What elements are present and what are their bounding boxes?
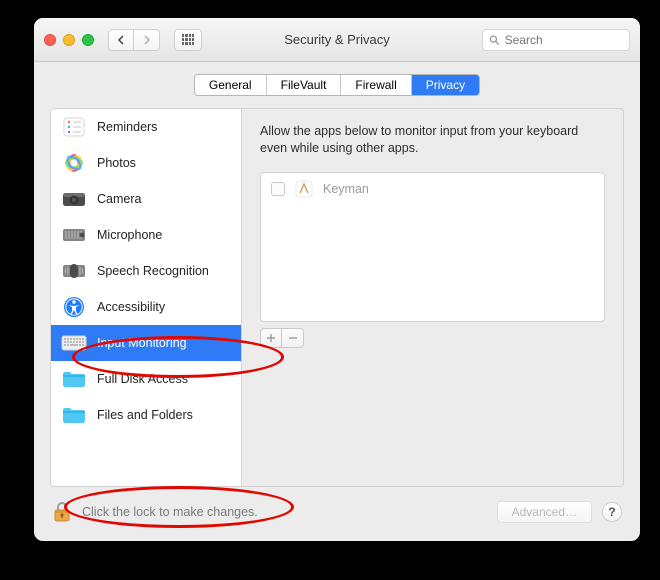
detail-pane: Allow the apps below to monitor input fr… [242, 108, 624, 487]
sidebar-item-microphone[interactable]: Microphone [51, 217, 241, 253]
zoom-window-button[interactable] [82, 34, 94, 46]
grid-icon [182, 34, 194, 46]
photos-icon [61, 152, 87, 174]
lock-icon[interactable] [52, 501, 72, 523]
preferences-window: Security & Privacy General FileVault Fir… [34, 18, 640, 541]
nav-buttons [108, 29, 160, 51]
lock-hint-text: Click the lock to make changes. [82, 505, 258, 519]
tab-bar: General FileVault Firewall Privacy [34, 62, 640, 96]
camera-icon [61, 188, 87, 210]
app-checkbox[interactable] [271, 182, 285, 196]
tab-filevault[interactable]: FileVault [267, 75, 342, 95]
app-name: Keyman [323, 182, 369, 196]
advanced-button[interactable]: Advanced… [497, 501, 592, 523]
forward-button[interactable] [134, 29, 160, 51]
add-app-button[interactable] [260, 328, 282, 348]
close-window-button[interactable] [44, 34, 56, 46]
tab-segment: General FileVault Firewall Privacy [194, 74, 480, 96]
tab-firewall[interactable]: Firewall [341, 75, 411, 95]
sidebar-item-speech-recognition[interactable]: Speech Recognition [51, 253, 241, 289]
tab-general[interactable]: General [195, 75, 267, 95]
sidebar-item-label: Speech Recognition [97, 264, 209, 278]
window-controls [44, 34, 94, 46]
sidebar-item-input-monitoring[interactable]: Input Monitoring [51, 325, 241, 361]
tab-privacy[interactable]: Privacy [412, 75, 479, 95]
search-icon [489, 34, 500, 46]
privacy-category-list[interactable]: Reminders Photos Camera Microphone [50, 108, 242, 487]
search-input[interactable] [505, 33, 623, 47]
sidebar-item-label: Microphone [97, 228, 162, 242]
footer: Click the lock to make changes. Advanced… [34, 487, 640, 541]
content-area: Reminders Photos Camera Microphone [34, 96, 640, 487]
sidebar-item-accessibility[interactable]: Accessibility [51, 289, 241, 325]
sidebar-item-photos[interactable]: Photos [51, 145, 241, 181]
detail-description: Allow the apps below to monitor input fr… [260, 123, 605, 158]
show-all-button[interactable] [174, 29, 202, 51]
app-row[interactable]: Keyman [261, 173, 604, 205]
folder-icon [61, 368, 87, 390]
sidebar-item-full-disk-access[interactable]: Full Disk Access [51, 361, 241, 397]
sidebar-item-label: Files and Folders [97, 408, 193, 422]
sidebar-item-label: Full Disk Access [97, 372, 188, 386]
accessibility-icon [61, 296, 87, 318]
speech-icon [61, 260, 87, 282]
folder-icon [61, 404, 87, 426]
sidebar-item-label: Reminders [97, 120, 157, 134]
titlebar: Security & Privacy [34, 18, 640, 62]
plus-icon [266, 333, 276, 343]
sidebar-item-label: Accessibility [97, 300, 165, 314]
back-button[interactable] [108, 29, 134, 51]
sidebar-item-reminders[interactable]: Reminders [51, 109, 241, 145]
allowed-apps-list[interactable]: Keyman [260, 172, 605, 322]
remove-app-button[interactable] [282, 328, 304, 348]
chevron-right-icon [143, 35, 151, 45]
reminders-icon [61, 116, 87, 138]
chevron-left-icon [117, 35, 125, 45]
sidebar-item-camera[interactable]: Camera [51, 181, 241, 217]
help-button[interactable]: ? [602, 502, 622, 522]
sidebar-item-label: Camera [97, 192, 141, 206]
sidebar-item-files-and-folders[interactable]: Files and Folders [51, 397, 241, 433]
sidebar-item-label: Photos [97, 156, 136, 170]
app-icon [295, 180, 313, 198]
keyboard-icon [61, 332, 87, 354]
search-field[interactable] [482, 29, 630, 51]
microphone-icon [61, 224, 87, 246]
minus-icon [288, 333, 298, 343]
sidebar-item-label: Input Monitoring [97, 336, 187, 350]
minimize-window-button[interactable] [63, 34, 75, 46]
add-remove-buttons [260, 328, 605, 348]
